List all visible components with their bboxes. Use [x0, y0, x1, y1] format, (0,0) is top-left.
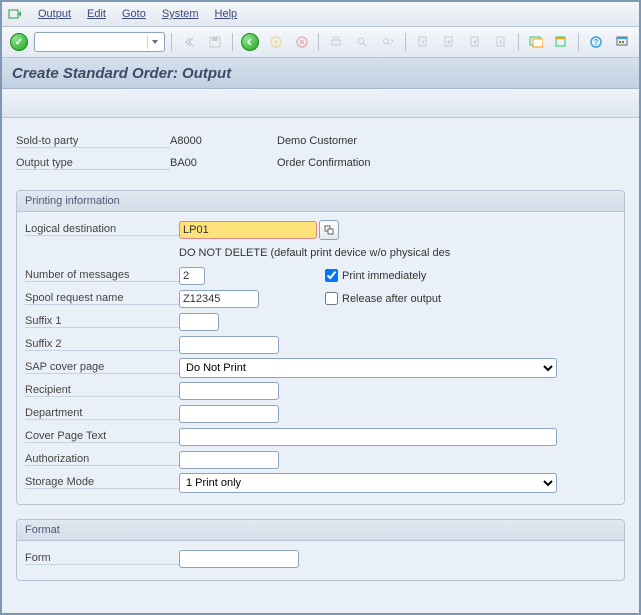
page-title: Create Standard Order: Output: [12, 65, 231, 82]
menu-help[interactable]: Help: [215, 8, 238, 20]
separator: [318, 33, 319, 51]
cancel-icon[interactable]: [291, 31, 313, 53]
first-page-icon[interactable]: [412, 31, 434, 53]
exit-icon[interactable]: [265, 31, 287, 53]
save-button[interactable]: [204, 31, 226, 53]
sap-window: Output Edit Goto System Help ✓ ?: [0, 0, 641, 615]
output-type-name: Order Confirmation: [277, 157, 371, 169]
menu-goto[interactable]: Goto: [122, 8, 146, 20]
new-session-icon[interactable]: [525, 31, 547, 53]
separator: [578, 33, 579, 51]
layout-icon[interactable]: [611, 31, 633, 53]
enter-button[interactable]: ✓: [8, 31, 30, 53]
toolbar: ✓ ?: [2, 27, 639, 58]
covertext-label: Cover Page Text: [25, 430, 179, 443]
menubar: Output Edit Goto System Help: [2, 2, 639, 27]
separator: [405, 33, 406, 51]
separator: [232, 33, 233, 51]
dest-label: Logical destination: [25, 223, 179, 236]
print-immediately-label: Print immediately: [342, 270, 426, 282]
last-page-icon[interactable]: [490, 31, 512, 53]
suffix2-label: Suffix 2: [25, 338, 179, 351]
form-input[interactable]: [179, 550, 299, 568]
chevron-down-icon: [147, 35, 162, 49]
output-type-label: Output type: [16, 157, 170, 170]
department-label: Department: [25, 407, 179, 420]
back-button[interactable]: [178, 31, 200, 53]
storage-select[interactable]: 1 Print only: [179, 473, 557, 493]
dest-note: DO NOT DELETE (default print device w/o …: [179, 247, 450, 259]
print-icon[interactable]: [325, 31, 347, 53]
recipient-input[interactable]: [179, 382, 279, 400]
help-icon[interactable]: ?: [585, 31, 607, 53]
shortcut-icon[interactable]: [550, 31, 572, 53]
output-type-value: BA00: [170, 157, 277, 169]
sold-to-value: A8000: [170, 135, 277, 147]
command-field[interactable]: [34, 32, 165, 52]
release-label: Release after output: [342, 293, 441, 305]
printing-group-title: Printing information: [17, 191, 624, 212]
app-toolbar: [2, 89, 639, 118]
num-label: Number of messages: [25, 269, 179, 282]
prev-page-icon[interactable]: [438, 31, 460, 53]
format-group-title: Format: [17, 520, 624, 541]
title-bar: Create Standard Order: Output: [2, 58, 639, 89]
department-input[interactable]: [179, 405, 279, 423]
back-icon[interactable]: [239, 31, 261, 53]
suffix2-input[interactable]: [179, 336, 279, 354]
spool-label: Spool request name: [25, 292, 179, 305]
suffix1-input[interactable]: [179, 313, 219, 331]
sold-to-name: Demo Customer: [277, 135, 357, 147]
cover-label: SAP cover page: [25, 361, 179, 374]
sold-to-label: Sold-to party: [16, 135, 170, 148]
recipient-label: Recipient: [25, 384, 179, 397]
separator: [171, 33, 172, 51]
format-group: Format Form: [16, 519, 625, 581]
printing-group: Printing information Logical destination…: [16, 190, 625, 505]
content: Sold-to party A8000 Demo Customer Output…: [2, 118, 639, 613]
dest-f4-button[interactable]: [319, 220, 339, 240]
dest-input[interactable]: [179, 221, 317, 239]
next-page-icon[interactable]: [464, 31, 486, 53]
menu-output[interactable]: Output: [38, 8, 71, 20]
num-input[interactable]: [179, 267, 205, 285]
menu-icon[interactable]: [8, 7, 22, 21]
storage-label: Storage Mode: [25, 476, 179, 489]
menu-edit[interactable]: Edit: [87, 8, 106, 20]
suffix1-label: Suffix 1: [25, 315, 179, 328]
spool-input[interactable]: [179, 290, 259, 308]
menu-system[interactable]: System: [162, 8, 199, 20]
find-next-icon[interactable]: [377, 31, 399, 53]
release-checkbox[interactable]: Release after output: [325, 292, 441, 305]
separator: [518, 33, 519, 51]
auth-input[interactable]: [179, 451, 279, 469]
form-label: Form: [25, 552, 179, 565]
svg-text:?: ?: [594, 38, 599, 47]
print-immediately-checkbox[interactable]: Print immediately: [325, 269, 426, 282]
header-fields: Sold-to party A8000 Demo Customer Output…: [16, 130, 625, 174]
auth-label: Authorization: [25, 453, 179, 466]
cover-select[interactable]: Do Not Print: [179, 358, 557, 378]
covertext-input[interactable]: [179, 428, 557, 446]
find-icon[interactable]: [351, 31, 373, 53]
